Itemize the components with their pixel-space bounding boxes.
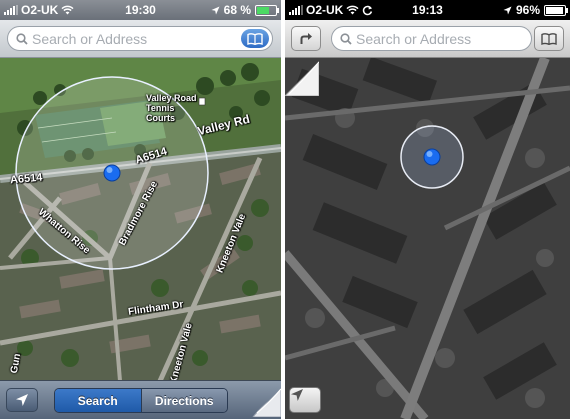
bookmarks-button[interactable] <box>241 29 269 48</box>
magnifier-icon <box>16 33 28 45</box>
grayscale-satellite-map[interactable] <box>285 58 570 419</box>
battery-percent: 68 % <box>223 3 251 17</box>
search-input[interactable]: Search or Address <box>331 26 532 51</box>
battery-icon <box>544 4 568 16</box>
right-phone-screen: O2-UK 19:13 96% Search or Address <box>285 0 570 419</box>
magnifier-icon <box>340 33 352 45</box>
search-segment[interactable]: Search <box>55 389 142 412</box>
bottom-toolbar: Search Directions <box>0 380 281 419</box>
status-right-group: 68 % <box>211 3 279 17</box>
directions-button[interactable] <box>291 26 321 51</box>
locate-me-button[interactable] <box>6 388 38 412</box>
satellite-map[interactable]: Valley Road Tennis Courts Valley Rd A651… <box>0 58 281 381</box>
search-bar: Search or Address <box>285 20 570 58</box>
battery-icon <box>255 4 279 16</box>
search-placeholder: Search or Address <box>32 30 148 47</box>
current-location-dot[interactable] <box>103 164 121 182</box>
book-icon <box>541 32 557 45</box>
battery-percent: 96% <box>515 3 540 17</box>
map-label-tennis-courts: Valley Road Tennis Courts <box>146 93 197 123</box>
directions-segment[interactable]: Directions <box>141 389 227 412</box>
location-arrow-icon <box>16 394 28 406</box>
satellite-imagery <box>285 58 570 419</box>
turn-arrow-icon <box>300 33 312 44</box>
location-arrow-icon <box>291 389 303 401</box>
current-location-dot[interactable] <box>423 148 441 166</box>
locate-me-button[interactable] <box>289 387 321 413</box>
book-icon <box>247 32 263 45</box>
location-arrow-icon <box>211 6 220 14</box>
status-right-group: 96% <box>503 3 568 17</box>
status-bar: O2-UK 19:13 96% <box>285 0 570 20</box>
search-bar: Search or Address <box>0 20 281 58</box>
search-input[interactable]: Search or Address <box>7 26 273 51</box>
left-phone-screen: O2-UK 19:30 68 % Search or Address Valle… <box>0 0 281 419</box>
bookmarks-button[interactable] <box>534 26 564 51</box>
page-curl-icon[interactable] <box>285 58 319 96</box>
search-placeholder: Search or Address <box>356 30 472 47</box>
page-curl-icon[interactable] <box>247 383 281 417</box>
location-arrow-icon <box>503 6 512 14</box>
search-directions-segmented-control: Search Directions <box>54 388 228 413</box>
status-bar: O2-UK 19:30 68 % <box>0 0 281 20</box>
